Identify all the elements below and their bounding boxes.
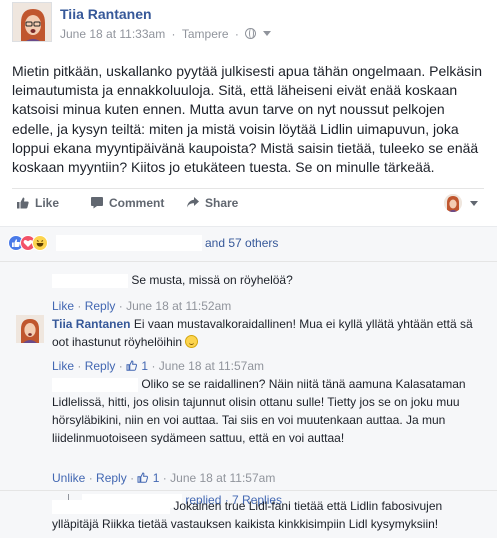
like-label: Like	[35, 196, 60, 210]
redacted-avatar	[12, 377, 44, 409]
comment-reply-link[interactable]: Reply	[85, 359, 116, 373]
comment-reply-link[interactable]: Reply	[85, 299, 116, 313]
reactions-summary[interactable]: and 57 others	[8, 234, 278, 254]
comments-section: and 57 others Se musta, missä on röyhelö…	[0, 226, 497, 538]
divider	[0, 261, 497, 262]
thumbs-up-icon	[17, 197, 29, 209]
facebook-post: Tiia Rantanen June 18 at 11:33am · Tampe…	[0, 0, 497, 538]
divider	[0, 490, 497, 491]
meta-separator: ·	[171, 26, 176, 41]
smile-emoji-icon	[185, 335, 199, 348]
comment-timestamp[interactable]: June 18 at 11:57am	[170, 471, 275, 485]
chevron-down-icon[interactable]	[470, 201, 478, 206]
redacted-author	[52, 273, 128, 288]
post-location[interactable]: Tampere	[182, 27, 229, 41]
comment-reply-link[interactable]: Reply	[96, 471, 127, 485]
comment-author[interactable]: Tiia Rantanen	[52, 317, 130, 331]
comment-like-link[interactable]: Like	[52, 299, 74, 313]
share-button[interactable]: Share	[186, 196, 238, 210]
redacted-avatar	[12, 499, 44, 531]
comment-text: Oliko se se raidallinen? Näin niitä tänä…	[52, 377, 466, 445]
share-label: Share	[205, 196, 239, 210]
viewer-avatar[interactable]	[444, 194, 462, 212]
comment-like-count[interactable]: 1	[153, 471, 160, 485]
comment-actions: Like · Reply · June 18 at 11:52am	[52, 299, 232, 313]
thumbs-up-icon	[126, 360, 138, 371]
comment-label: Comment	[109, 196, 165, 210]
author-avatar[interactable]	[12, 2, 52, 42]
redacted-avatar	[12, 271, 44, 303]
post-meta: June 18 at 11:33am · Tampere ·	[60, 26, 271, 41]
commenter-avatar[interactable]	[16, 315, 44, 343]
comment-text: Tiia Rantanen Ei vaan mustavalkoraidalli…	[52, 317, 473, 349]
post-header: Tiia Rantanen June 18 at 11:33am · Tampe…	[12, 2, 492, 52]
chevron-down-icon[interactable]	[262, 31, 271, 37]
reaction-count[interactable]: and 57 others	[205, 236, 278, 250]
like-button[interactable]: Like	[16, 196, 59, 210]
redacted-author	[52, 377, 138, 392]
comment-text: Se musta, missä on röyhelöä?	[52, 271, 482, 289]
comment-text: Jokainen true Lidl-fani tietää että Lidl…	[52, 499, 443, 531]
haha-reaction-icon	[32, 235, 48, 251]
post-actions: Like Comment Share	[12, 188, 484, 218]
comment-actions: Unlike · Reply · 1 · June 18 at 11:57am	[52, 471, 276, 485]
comment-timestamp[interactable]: June 18 at 11:57am	[159, 359, 264, 373]
comment-button[interactable]: Comment	[90, 196, 164, 210]
reaction-icons	[8, 234, 56, 252]
comment-icon	[91, 197, 103, 209]
comment-like-count[interactable]: 1	[141, 359, 148, 373]
comment-timestamp[interactable]: June 18 at 11:52am	[126, 299, 231, 313]
redacted-author	[52, 499, 170, 514]
share-icon	[187, 197, 199, 208]
post-body: Mietin pitkään, uskallanko pyytää julkis…	[12, 63, 483, 176]
globe-icon[interactable]	[245, 28, 257, 40]
post-author[interactable]: Tiia Rantanen	[60, 6, 152, 22]
post-timestamp[interactable]: June 18 at 11:33am	[60, 27, 165, 41]
comment-unlike-link[interactable]: Unlike	[52, 471, 85, 485]
redacted-names	[56, 235, 202, 251]
thumbs-up-icon	[137, 472, 149, 483]
meta-separator: ·	[234, 26, 239, 41]
comment-like-link[interactable]: Like	[52, 359, 74, 373]
comment-actions: Like · Reply · 1 · June 18 at 11:57am	[52, 359, 264, 373]
